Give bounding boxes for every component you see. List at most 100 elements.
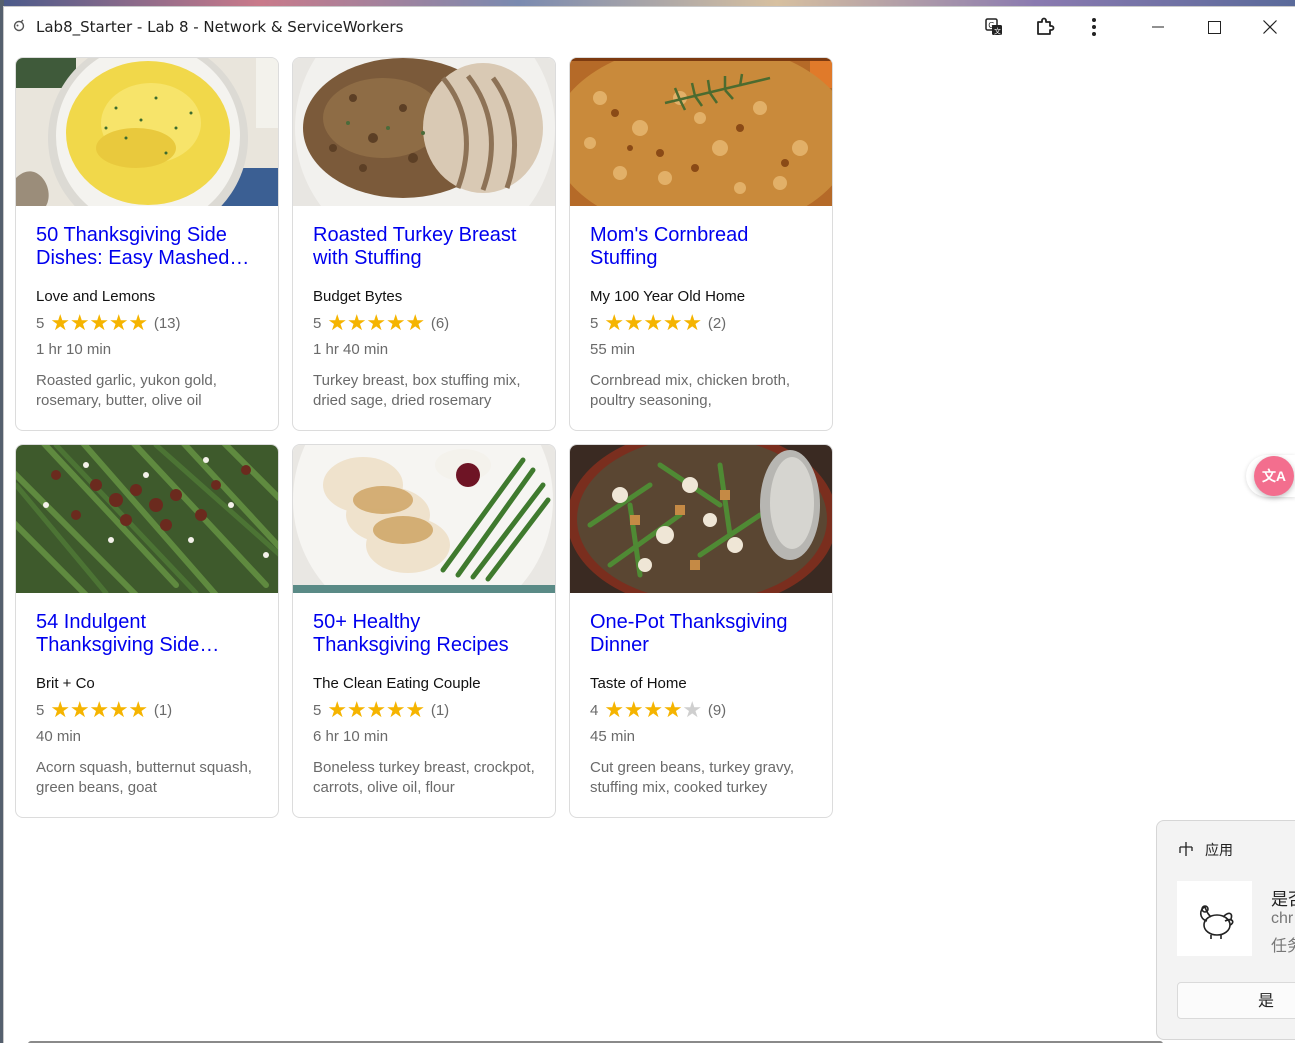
maximize-button[interactable] — [1186, 7, 1242, 47]
rating-value: 5 — [313, 701, 322, 719]
recipe-image-cornbread-stuffing — [570, 58, 832, 206]
minimize-button[interactable] — [1130, 7, 1186, 47]
rating: 5 ★ ★ ★ ★ ★ (1) — [36, 697, 172, 722]
star-filled-icon: ★ — [623, 697, 644, 722]
ingredients: Cornbread mix, chicken broth, poultry se… — [590, 372, 791, 409]
recipe-image-green-beans — [16, 445, 278, 593]
recipe-card[interactable]: 50+ Healthy Thanksgiving Recipes The Cle… — [292, 444, 556, 818]
notification-text-line2: chr — [1271, 910, 1294, 927]
star-empty-icon: ★ — [682, 697, 703, 722]
star-filled-icon: ★ — [604, 697, 625, 722]
star-filled-icon: ★ — [89, 310, 110, 335]
rating: 5 ★ ★ ★ ★ ★ (1) — [313, 697, 450, 722]
rating-value: 5 — [590, 314, 599, 332]
recipe-title-link[interactable]: 50+ Healthy Thanksgiving Recipes — [313, 611, 537, 657]
notification-text-line1: 是否 — [1271, 890, 1295, 910]
svg-text:文: 文 — [994, 27, 1001, 36]
star-filled-icon: ★ — [385, 697, 406, 722]
star-filled-icon: ★ — [366, 310, 387, 335]
review-count: (9) — [707, 701, 727, 719]
recipe-title-link[interactable]: Roasted Turkey Breast with Stuffing — [313, 224, 537, 270]
star-filled-icon: ★ — [69, 310, 90, 335]
star-filled-icon: ★ — [69, 697, 90, 722]
recipe-image-one-pot-dinner — [570, 445, 832, 593]
star-filled-icon: ★ — [327, 310, 348, 335]
recipe-card[interactable]: 54 Indulgent Thanksgiving Side… Brit + C… — [15, 444, 279, 818]
recipe-title-link[interactable]: One-Pot Thanksgiving Dinner — [590, 611, 814, 657]
recipe-title-link[interactable]: 50 Thanksgiving Side Dishes: Easy Mashed… — [36, 224, 260, 270]
notification-toast[interactable]: 应用 是否 chr 任务 是 — [1156, 820, 1295, 1040]
ingredients: Boneless turkey breast, crockpot, carrot… — [313, 759, 535, 796]
star-filled-icon: ★ — [682, 310, 703, 335]
minimize-icon — [1152, 26, 1164, 28]
review-count: (1) — [430, 701, 450, 719]
star-rating-icons: ★ ★ ★ ★ ★ — [327, 697, 426, 722]
rating: 5 ★ ★ ★ ★ ★ (13) — [36, 310, 181, 335]
rating-value: 5 — [313, 314, 322, 332]
extensions-icon — [1037, 17, 1055, 35]
recipe-source: My 100 Year Old Home — [590, 288, 746, 305]
star-filled-icon: ★ — [366, 697, 387, 722]
star-rating-icons: ★ ★ ★ ★ ★ — [50, 697, 148, 722]
review-count: (13) — [153, 314, 181, 332]
cook-time: 40 min — [36, 728, 82, 745]
star-filled-icon: ★ — [327, 697, 348, 722]
recipe-image-mashed-potatoes — [16, 58, 278, 206]
app-icon — [13, 19, 25, 32]
star-filled-icon: ★ — [405, 697, 426, 722]
recipe-card[interactable]: 50 Thanksgiving Side Dishes: Easy Mashed… — [15, 57, 279, 431]
recipe-card[interactable]: Mom's Cornbread Stuffing My 100 Year Old… — [569, 57, 833, 431]
star-filled-icon: ★ — [604, 310, 625, 335]
turkey-icon — [1199, 904, 1234, 939]
review-count: (6) — [430, 314, 450, 332]
more-vert-icon — [1092, 18, 1096, 36]
cook-time: 1 hr 40 min — [313, 341, 389, 358]
cook-time: 55 min — [590, 341, 636, 358]
translate-widget-button[interactable]: 文A — [1254, 456, 1294, 496]
rating-value: 4 — [590, 701, 599, 719]
star-filled-icon: ★ — [623, 310, 644, 335]
star-filled-icon: ★ — [385, 310, 406, 335]
recipe-title-link[interactable]: 54 Indulgent Thanksgiving Side… — [36, 611, 260, 657]
star-rating-icons: ★ ★ ★ ★ ★ — [604, 697, 703, 722]
browser-app-window: Lab8_Starter - Lab 8 - Network & Service… — [3, 6, 1295, 1043]
rating: 5 ★ ★ ★ ★ ★ (6) — [313, 310, 450, 335]
star-filled-icon: ★ — [643, 697, 664, 722]
star-filled-icon: ★ — [108, 697, 129, 722]
star-filled-icon: ★ — [128, 310, 149, 335]
notification-image — [1177, 881, 1252, 956]
rating: 4 ★ ★ ★ ★ ★ (9) — [590, 697, 727, 722]
extensions-button[interactable] — [1031, 13, 1059, 41]
app-notification-icon — [1179, 842, 1193, 856]
more-options-button[interactable] — [1080, 13, 1108, 41]
cook-time: 45 min — [590, 728, 636, 745]
star-filled-icon: ★ — [108, 310, 129, 335]
recipe-card[interactable]: Roasted Turkey Breast with Stuffing Budg… — [292, 57, 556, 431]
rating-value: 5 — [36, 701, 45, 719]
recipe-source: Love and Lemons — [36, 288, 156, 305]
recipe-source: Budget Bytes — [313, 288, 403, 305]
star-rating-icons: ★ ★ ★ ★ ★ — [327, 310, 425, 335]
star-rating-icons: ★ ★ ★ ★ ★ — [50, 310, 149, 335]
recipe-image-turkey-plate — [293, 445, 555, 593]
star-filled-icon: ★ — [643, 310, 664, 335]
recipe-source: Brit + Co — [36, 675, 95, 692]
recipe-card[interactable]: One-Pot Thanksgiving Dinner Taste of Hom… — [569, 444, 833, 818]
star-filled-icon: ★ — [662, 310, 683, 335]
notification-text-line3: 任务 — [1271, 936, 1295, 955]
title-bar[interactable]: Lab8_Starter - Lab 8 - Network & Service… — [4, 7, 1295, 47]
recipe-title-link[interactable]: Mom's Cornbread Stuffing — [590, 224, 814, 270]
ingredients: Turkey breast, box stuffing mix, dried s… — [313, 372, 521, 409]
star-filled-icon: ★ — [346, 697, 367, 722]
translate-button[interactable]: G 文 — [980, 13, 1008, 41]
star-filled-icon: ★ — [89, 697, 110, 722]
notification-app-label: 应用 — [1205, 843, 1233, 859]
close-button[interactable] — [1242, 7, 1295, 47]
ingredients: Cut green beans, turkey gravy, stuffing … — [590, 759, 794, 796]
cook-time: 1 hr 10 min — [36, 341, 112, 358]
notification-yes-button[interactable]: 是 — [1177, 982, 1295, 1019]
star-rating-icons: ★ ★ ★ ★ ★ — [604, 310, 703, 335]
recipe-source: The Clean Eating Couple — [313, 675, 481, 692]
star-filled-icon: ★ — [346, 310, 367, 335]
star-filled-icon: ★ — [50, 697, 71, 722]
